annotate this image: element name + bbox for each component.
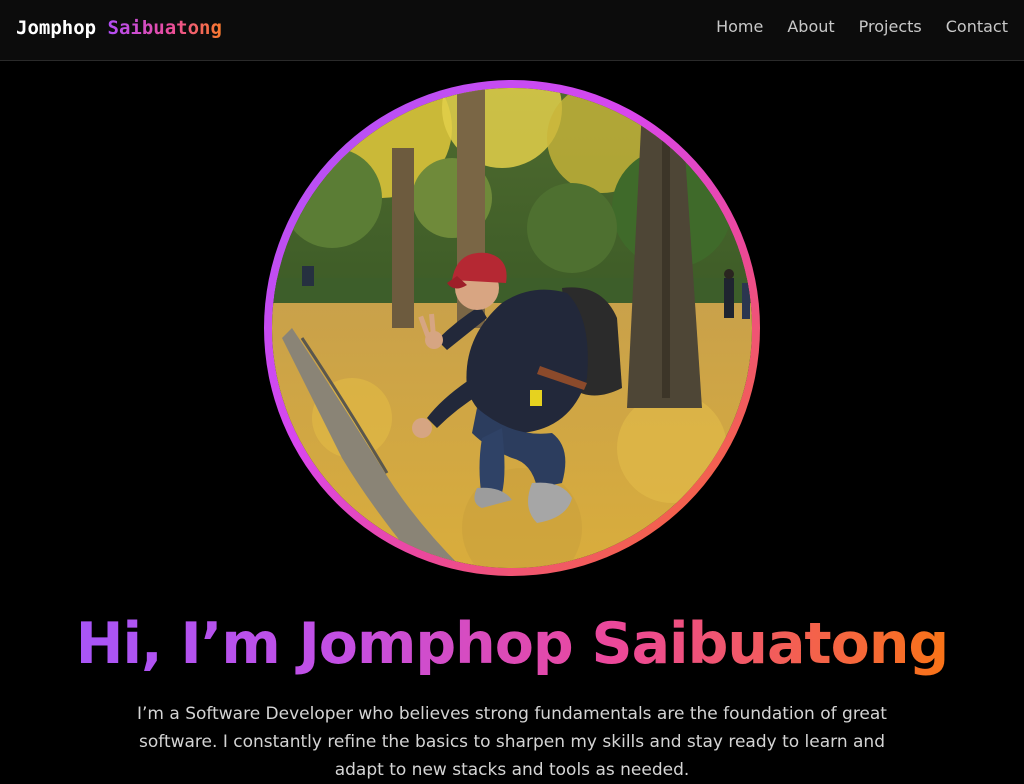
hero-headline-text: Hi, I’m Jomphop Saibuatong	[75, 611, 949, 677]
site-brand[interactable]: Jomphop Saibuatong	[16, 17, 222, 39]
nav-menu: Home About Projects Contact	[716, 17, 1008, 36]
nav-link-about[interactable]: About	[787, 17, 834, 36]
profile-photo-illustration	[272, 88, 752, 568]
nav-link-projects[interactable]: Projects	[859, 17, 922, 36]
nav-link-contact[interactable]: Contact	[946, 17, 1008, 36]
nav-link-home[interactable]: Home	[716, 17, 763, 36]
hero-bio: I’m a Software Developer who believes st…	[137, 704, 887, 780]
profile-photo	[272, 88, 752, 568]
hero-headline: Hi, I’m Jomphop Saibuatong	[0, 606, 1024, 682]
brand-last-name: Saibuatong	[107, 17, 222, 39]
brand-first-name: Jomphop	[16, 17, 97, 39]
profile-photo-ring	[264, 80, 760, 576]
top-navbar: Jomphop Saibuatong Home About Projects C…	[0, 0, 1024, 61]
